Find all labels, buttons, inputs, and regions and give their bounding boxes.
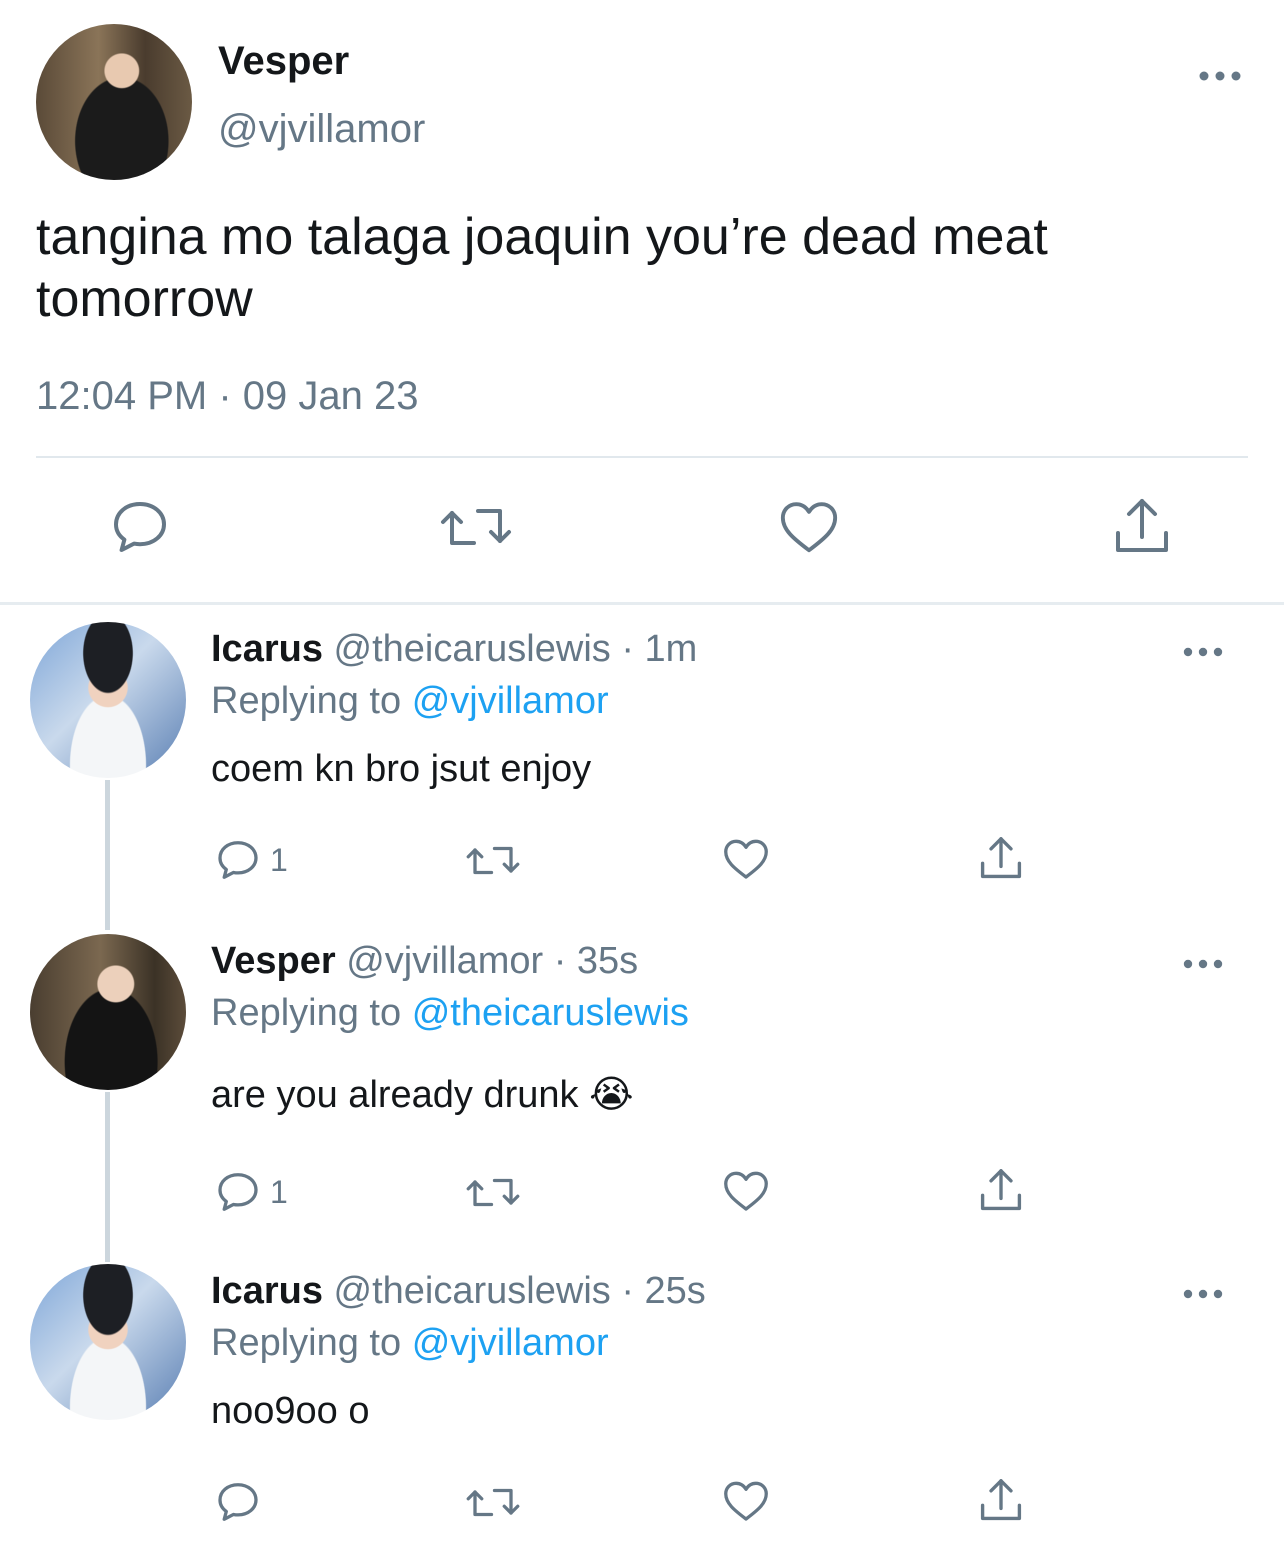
replying-label: Replying to bbox=[211, 680, 402, 722]
retweet-button[interactable] bbox=[466, 1170, 520, 1215]
like-icon bbox=[724, 839, 768, 879]
share-icon bbox=[980, 837, 1022, 879]
replying-to: Replying to @vjvillamor bbox=[211, 678, 609, 724]
like-button[interactable] bbox=[722, 1478, 770, 1524]
reply-actions: 1 bbox=[0, 832, 1284, 892]
reply-actions bbox=[0, 1474, 1284, 1534]
share-button[interactable] bbox=[978, 1476, 1024, 1524]
main-author-handle[interactable]: @vjvillamor bbox=[218, 106, 425, 152]
retweet-button[interactable] bbox=[440, 497, 512, 557]
reply-actions: 1 bbox=[0, 1164, 1284, 1224]
reply-text: coem kn bro jsut enjoy bbox=[211, 748, 592, 790]
reply-text: noo9oo o bbox=[211, 1390, 370, 1432]
retweet-icon bbox=[466, 1488, 520, 1517]
retweet-button[interactable] bbox=[466, 838, 520, 883]
like-button[interactable] bbox=[778, 497, 840, 557]
more-icon[interactable] bbox=[1182, 1284, 1224, 1304]
replying-to-link[interactable]: @vjvillamor bbox=[412, 1322, 609, 1364]
divider bbox=[36, 456, 1248, 458]
reply-button[interactable] bbox=[108, 495, 172, 559]
author-meta: @theicaruslewis · 25s bbox=[333, 1270, 706, 1312]
section-separator bbox=[0, 602, 1284, 605]
reply-header: Icarus @theicaruslewis · 25s bbox=[211, 1268, 706, 1314]
reply-text-line: are you already drunk 😭 bbox=[211, 1072, 634, 1118]
retweet-icon bbox=[466, 1178, 520, 1207]
share-icon bbox=[980, 1479, 1022, 1521]
reply-icon bbox=[114, 502, 166, 552]
author-name[interactable]: Icarus bbox=[211, 1270, 323, 1312]
like-button[interactable] bbox=[722, 836, 770, 882]
author-name[interactable]: Icarus bbox=[211, 628, 323, 670]
reply-button[interactable]: 1 bbox=[214, 836, 288, 884]
reply-button[interactable]: 1 bbox=[214, 1168, 288, 1216]
replying-to: Replying to @vjvillamor bbox=[211, 1320, 609, 1366]
avatar[interactable] bbox=[30, 934, 186, 1090]
more-icon[interactable] bbox=[1182, 954, 1224, 974]
retweet-icon bbox=[466, 846, 520, 875]
replying-label: Replying to bbox=[211, 1322, 402, 1364]
retweet-icon bbox=[441, 509, 511, 545]
reply-button[interactable] bbox=[214, 1478, 270, 1526]
main-author-name[interactable]: Vesper bbox=[218, 38, 349, 84]
replying-to-link[interactable]: @vjvillamor bbox=[412, 680, 609, 722]
share-button[interactable] bbox=[1112, 495, 1172, 557]
reply-icon bbox=[218, 1483, 258, 1521]
like-icon bbox=[780, 502, 838, 553]
main-author-avatar[interactable] bbox=[36, 24, 192, 180]
share-icon bbox=[980, 1169, 1022, 1211]
author-name[interactable]: Vesper bbox=[211, 940, 336, 982]
main-tweet-timestamp[interactable]: 12:04 PM · 09 Jan 23 bbox=[36, 372, 418, 420]
reply-header: Vesper @vjvillamor · 35s bbox=[211, 938, 638, 984]
more-icon[interactable] bbox=[1198, 56, 1242, 96]
reply-count: 1 bbox=[270, 1173, 288, 1210]
avatar[interactable] bbox=[30, 1264, 186, 1420]
reply-count: 1 bbox=[270, 841, 288, 878]
more-icon[interactable] bbox=[1182, 642, 1224, 662]
retweet-button[interactable] bbox=[466, 1480, 520, 1525]
reply-header: Icarus @theicaruslewis · 1m bbox=[211, 626, 697, 672]
like-icon bbox=[724, 1481, 768, 1521]
crying-emoji: 😭 bbox=[589, 1074, 634, 1116]
replying-to: Replying to @theicaruslewis bbox=[211, 990, 689, 1036]
reply-text: are you already drunk bbox=[211, 1074, 579, 1116]
share-icon bbox=[1116, 499, 1168, 552]
share-button[interactable] bbox=[978, 1166, 1024, 1214]
author-meta: @vjvillamor · 35s bbox=[346, 940, 639, 982]
reply-icon bbox=[218, 841, 258, 879]
author-meta: @theicaruslewis · 1m bbox=[333, 628, 698, 670]
like-icon bbox=[724, 1171, 768, 1211]
like-button[interactable] bbox=[722, 1168, 770, 1214]
main-tweet-actions bbox=[0, 495, 1284, 565]
main-tweet-text: tangina mo talaga joaquin you’re dead me… bbox=[36, 208, 1048, 328]
replying-label: Replying to bbox=[211, 992, 402, 1034]
avatar[interactable] bbox=[30, 622, 186, 778]
share-button[interactable] bbox=[978, 834, 1024, 882]
replying-to-link[interactable]: @theicaruslewis bbox=[412, 992, 689, 1034]
reply-icon bbox=[218, 1173, 258, 1211]
